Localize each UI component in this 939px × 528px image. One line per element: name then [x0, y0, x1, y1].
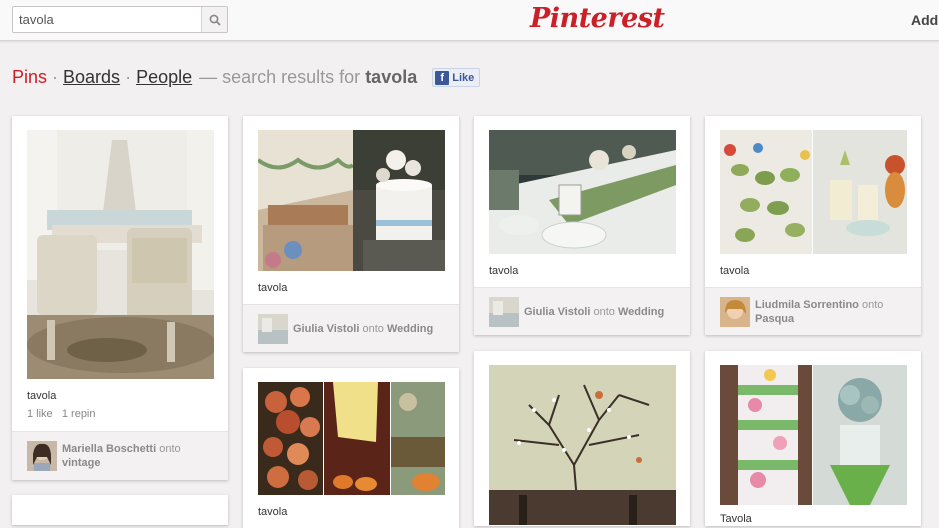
- pin-image[interactable]: [720, 365, 907, 505]
- pin-attribution: Mariella Boschetti onto vintage: [12, 431, 228, 480]
- separator-dot: ·: [125, 67, 132, 87]
- search-results-heading: Pins · Boards · People — search results …: [12, 67, 481, 88]
- top-bar: Pinterest Add: [0, 0, 939, 41]
- add-button[interactable]: Add: [911, 12, 938, 28]
- pin-description: tavola: [258, 282, 288, 294]
- tab-people[interactable]: People: [136, 67, 192, 88]
- pin-card[interactable]: Tavola: [705, 351, 921, 526]
- board-name[interactable]: vintage: [62, 457, 101, 469]
- pin-card[interactable]: [12, 495, 228, 525]
- pin-description: tavola: [258, 506, 288, 518]
- avatar[interactable]: [489, 297, 519, 327]
- pin-card[interactable]: tavola: [243, 368, 459, 528]
- board-name[interactable]: Pasqua: [755, 313, 794, 325]
- facebook-like-label: Like: [452, 71, 475, 84]
- pin-description: tavola: [489, 265, 519, 277]
- pin-attribution: Liudmila Sorrentino onto Pasqua: [705, 287, 921, 335]
- pinner-name[interactable]: Giulia Vistoli: [293, 323, 359, 335]
- board-name[interactable]: Wedding: [387, 323, 433, 335]
- attribution-text: Giulia Vistoli onto Wedding: [524, 306, 665, 318]
- attribution-text: Mariella Boschetti onto vintage: [62, 443, 181, 469]
- pin-image[interactable]: [27, 130, 214, 379]
- separator-dot: ·: [52, 67, 59, 87]
- search-icon: [209, 14, 221, 26]
- pin-description: tavola: [27, 390, 57, 402]
- pin-image[interactable]: [489, 365, 676, 525]
- facebook-icon: f: [435, 70, 450, 85]
- pinner-name[interactable]: Liudmila Sorrentino: [755, 299, 859, 311]
- search-button[interactable]: [201, 7, 227, 32]
- pinterest-logo[interactable]: Pinterest: [530, 3, 665, 34]
- avatar[interactable]: [27, 441, 57, 471]
- facebook-like-button[interactable]: f Like: [432, 68, 481, 87]
- pinner-name[interactable]: Giulia Vistoli: [524, 306, 590, 318]
- pin-card[interactable]: [474, 351, 690, 526]
- pin-card[interactable]: tavola Giulia Vistoli onto Wedding: [243, 116, 459, 352]
- avatar[interactable]: [720, 297, 750, 327]
- pin-stats: 1 like 1 repin: [27, 408, 96, 420]
- pin-image[interactable]: [489, 130, 676, 254]
- pin-card[interactable]: tavola Liudmila Sorrentino onto Pasqua: [705, 116, 921, 335]
- tab-pins[interactable]: Pins: [12, 67, 47, 88]
- board-name[interactable]: Wedding: [618, 306, 664, 318]
- results-prefix: — search results for: [199, 67, 361, 87]
- pin-card[interactable]: tavola 1 like 1 repin Mariella Boschetti…: [12, 116, 228, 480]
- pin-description: Tavola: [720, 513, 752, 525]
- pin-attribution: Giulia Vistoli onto Wedding: [243, 304, 459, 352]
- search-box: [12, 6, 228, 33]
- pin-image[interactable]: [258, 382, 445, 495]
- like-count[interactable]: 1 like: [27, 408, 53, 420]
- avatar[interactable]: [258, 314, 288, 344]
- pin-image[interactable]: [258, 130, 445, 271]
- pin-attribution: Giulia Vistoli onto Wedding: [474, 287, 690, 335]
- tab-boards[interactable]: Boards: [63, 67, 120, 88]
- search-input[interactable]: [13, 7, 203, 32]
- pinner-name[interactable]: Mariella Boschetti: [62, 443, 156, 455]
- pin-description: tavola: [720, 265, 750, 277]
- search-query: tavola: [365, 67, 418, 87]
- attribution-text: Liudmila Sorrentino onto Pasqua: [755, 299, 884, 325]
- pin-image[interactable]: [720, 130, 907, 254]
- attribution-text: Giulia Vistoli onto Wedding: [293, 323, 434, 335]
- pin-card[interactable]: tavola Giulia Vistoli onto Wedding: [474, 116, 690, 335]
- repin-count[interactable]: 1 repin: [62, 408, 96, 420]
